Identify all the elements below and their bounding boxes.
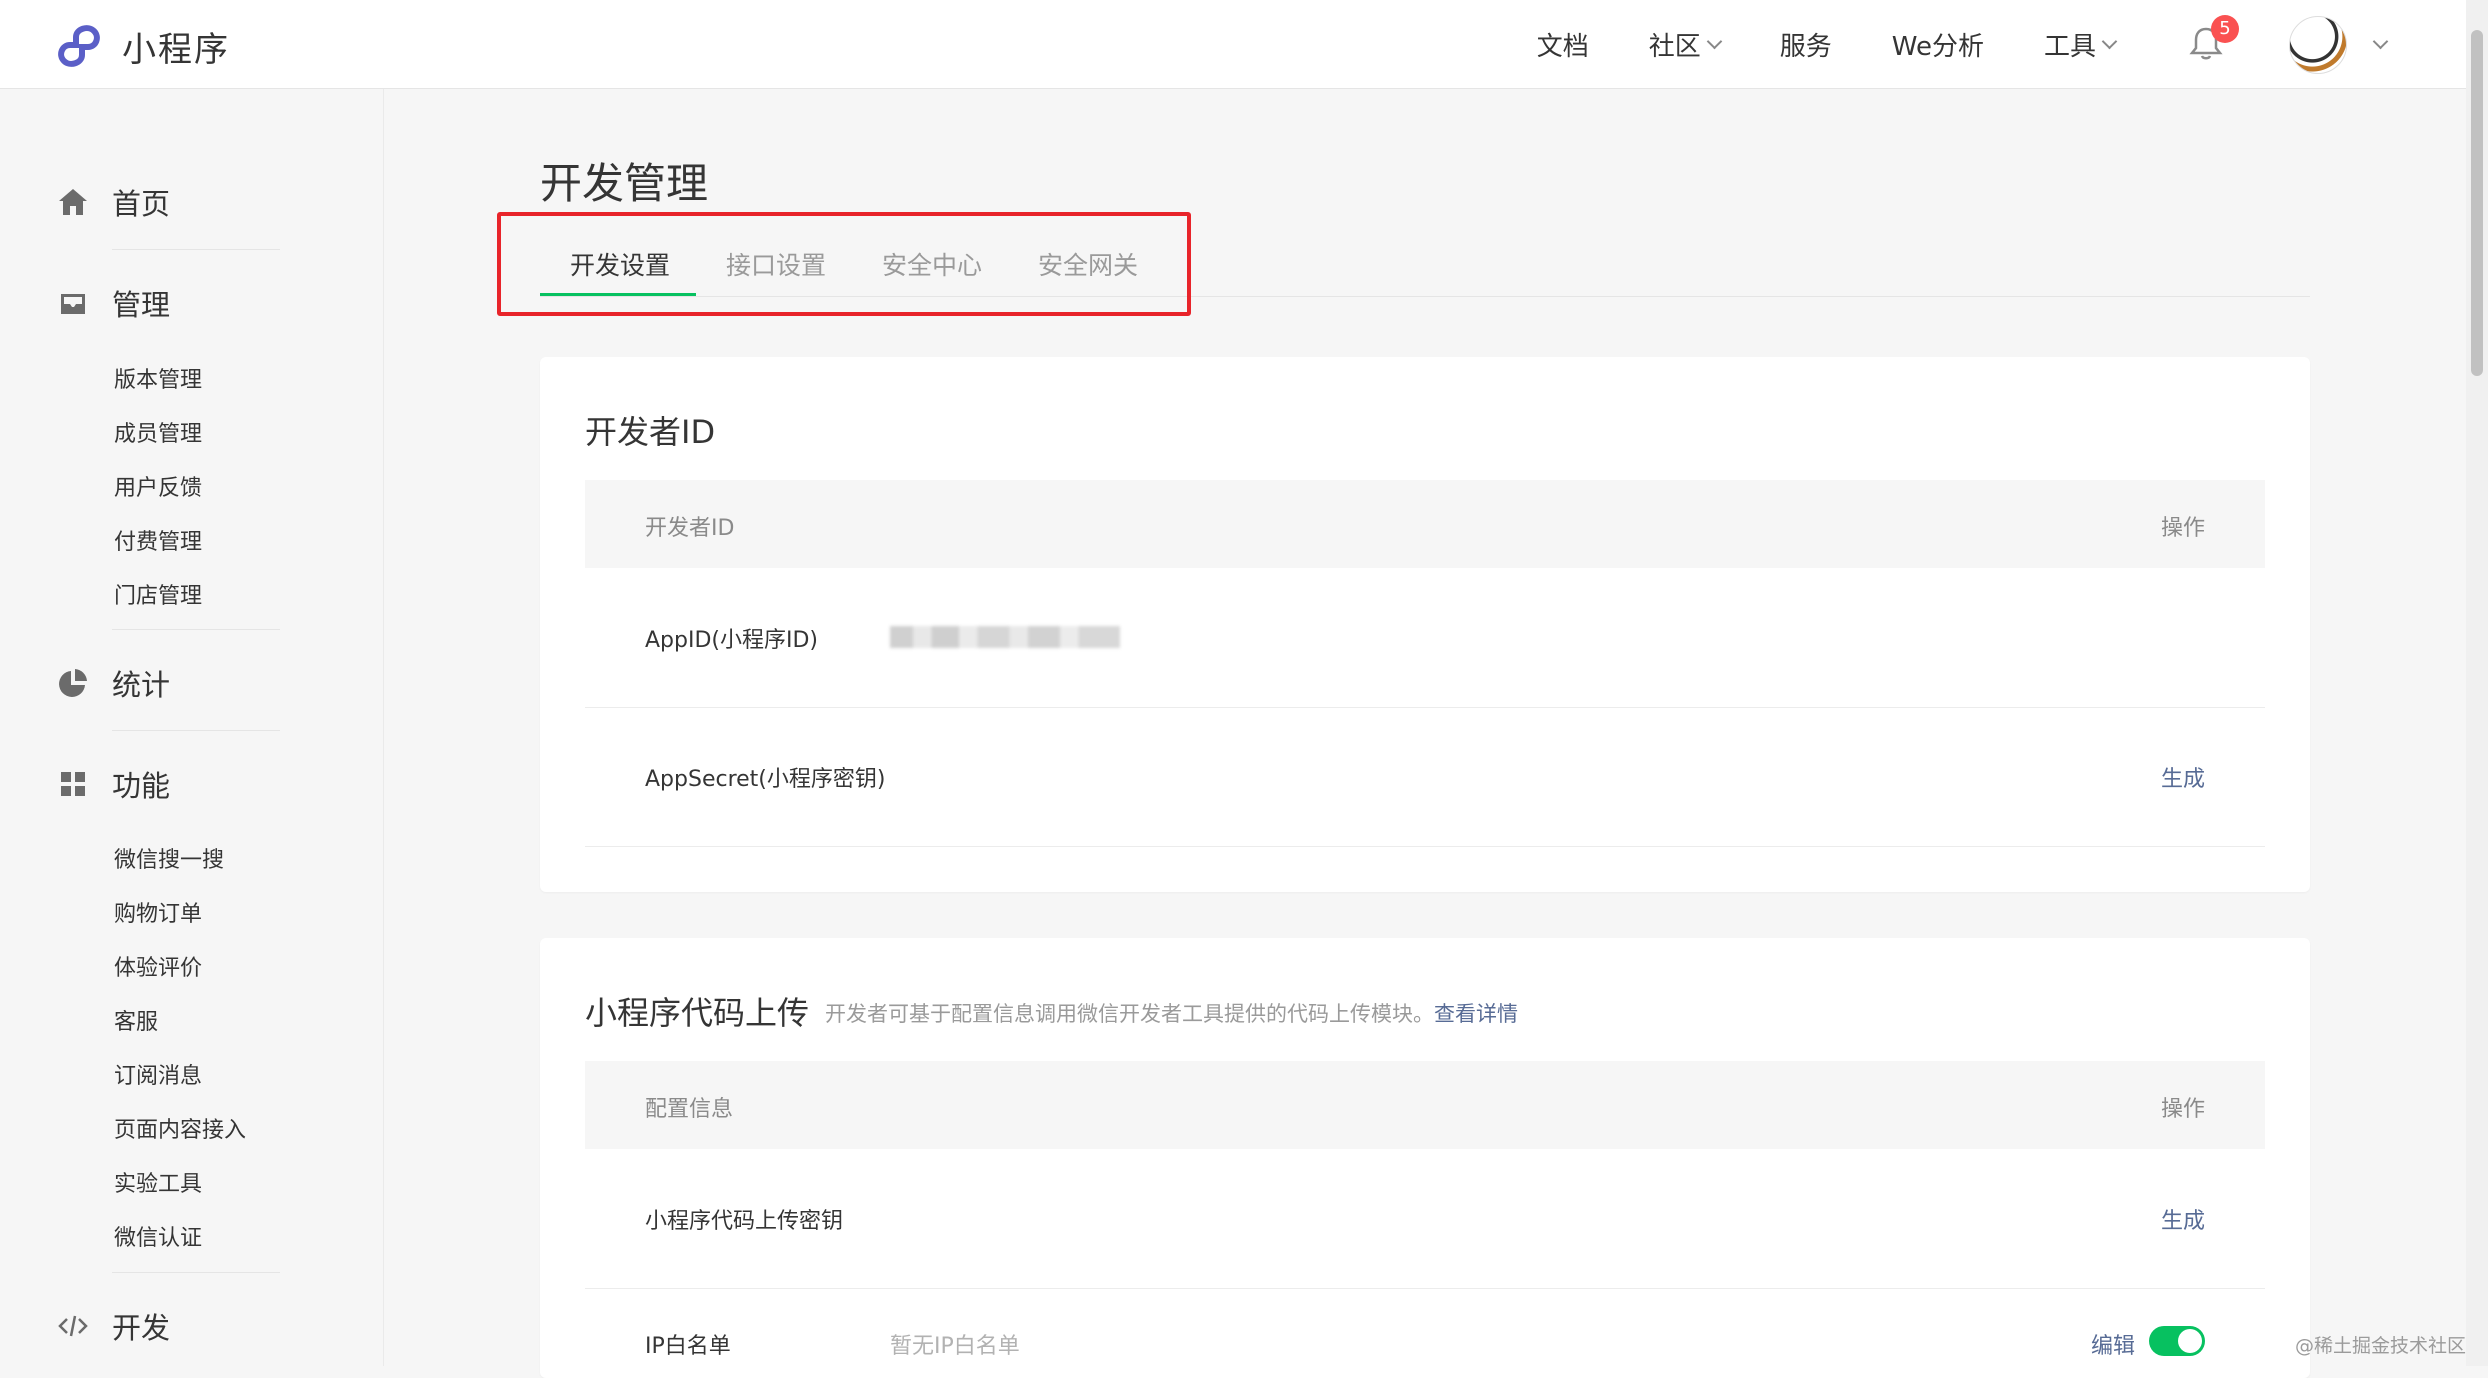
view-details-link[interactable]: 查看详情 [1434, 1002, 1518, 1026]
generate-appsecret-link[interactable]: 生成 [2161, 761, 2205, 793]
sidebar-divider [112, 1272, 280, 1273]
ip-whitelist-toggle[interactable] [2149, 1326, 2205, 1356]
ip-whitelist-label: IP白名单 [645, 1334, 731, 1359]
code-upload-card-title: 小程序代码上传 [585, 994, 810, 1032]
sidebar-item-shopping-orders[interactable]: 购物订单 [114, 896, 202, 928]
notification-badge: 5 [2211, 14, 2239, 43]
sidebar-divider [112, 249, 280, 250]
sidebar-item-manage-label: 管理 [112, 288, 171, 322]
inbox-icon [61, 294, 85, 314]
table-row: AppID(小程序ID) [585, 568, 2265, 708]
edit-ip-whitelist-link[interactable]: 编辑 [2091, 1328, 2135, 1360]
mini-program-logo-icon [58, 24, 100, 67]
scrollbar-thumb[interactable] [2471, 30, 2483, 376]
sidebar-item-experiment-tools[interactable]: 实验工具 [114, 1166, 202, 1198]
sidebar: 首页 管理 版本管理 成员管理 用户反馈 付费管理 门店管理 统计 功能 微信搜… [0, 89, 384, 1366]
developer-id-card-title: 开发者ID [585, 413, 716, 451]
appid-label: AppID(小程序ID) [645, 628, 819, 653]
grid-icon [61, 772, 85, 796]
sidebar-divider [112, 730, 280, 731]
top-bar: 小程序 文档 社区 服务 We分析 工具 5 [0, 0, 2466, 89]
column-header-config: 配置信息 [645, 1097, 734, 1122]
scrollbar[interactable] [2466, 0, 2488, 1366]
code-upload-description-text: 开发者可基于配置信息调用微信开发者工具提供的代码上传模块。 [825, 1002, 1434, 1026]
sidebar-item-payment[interactable]: 付费管理 [114, 524, 202, 556]
column-header-developer-id: 开发者ID [645, 516, 735, 541]
column-header-action: 操作 [2160, 1097, 2205, 1122]
table-row: AppSecret(小程序密钥) 生成 [585, 707, 2265, 847]
code-upload-description: 开发者可基于配置信息调用微信开发者工具提供的代码上传模块。查看详情 [825, 998, 1518, 1028]
sidebar-item-reviews[interactable]: 体验评价 [114, 950, 202, 982]
table-row: IP白名单 暂无IP白名单 编辑 [585, 1288, 2265, 1378]
generate-upload-key-link[interactable]: 生成 [2161, 1203, 2205, 1235]
nav-docs-label: 文档 [1536, 32, 1589, 62]
sidebar-item-features[interactable]: 功能 [56, 763, 170, 805]
sidebar-item-stores[interactable]: 门店管理 [114, 578, 202, 610]
appid-value-redacted [890, 626, 1120, 648]
sidebar-item-stats[interactable]: 统计 [56, 662, 170, 704]
sidebar-item-members[interactable]: 成员管理 [114, 416, 202, 448]
chevron-down-icon [2101, 33, 2118, 50]
sidebar-item-features-label: 功能 [112, 769, 171, 803]
sidebar-item-dev[interactable]: 开发 [56, 1305, 170, 1347]
chevron-down-icon [1706, 33, 1723, 50]
code-icon [58, 1315, 88, 1337]
top-nav: 文档 社区 服务 We分析 工具 5 [1477, 0, 2389, 89]
sidebar-item-feedback[interactable]: 用户反馈 [114, 470, 202, 502]
sidebar-item-manage[interactable]: 管理 [56, 282, 170, 324]
sidebar-item-page-content[interactable]: 页面内容接入 [114, 1112, 246, 1144]
logo[interactable]: 小程序 [56, 22, 230, 71]
code-upload-card: 小程序代码上传 开发者可基于配置信息调用微信开发者工具提供的代码上传模块。查看详… [540, 938, 2310, 1378]
pie-chart-icon [59, 669, 87, 697]
appsecret-label: AppSecret(小程序密钥) [645, 767, 886, 792]
page-title: 开发管理 [540, 159, 709, 208]
nav-tools-label: 工具 [2043, 32, 2096, 62]
app-name: 小程序 [122, 30, 230, 70]
sidebar-item-wechat-search[interactable]: 微信搜一搜 [114, 842, 224, 874]
nav-community[interactable]: 社区 [1648, 26, 1723, 63]
developer-id-table-header: 开发者ID 操作 [585, 480, 2265, 568]
avatar[interactable] [2289, 15, 2347, 74]
sidebar-divider [112, 629, 280, 630]
sidebar-item-dev-label: 开发 [112, 1311, 171, 1345]
notifications-button[interactable]: 5 [2189, 14, 2239, 65]
home-icon [59, 189, 87, 215]
nav-tools[interactable]: 工具 [2043, 26, 2118, 63]
sidebar-item-home[interactable]: 首页 [56, 181, 170, 223]
sidebar-item-version[interactable]: 版本管理 [114, 362, 202, 394]
developer-id-card: 开发者ID 开发者ID 操作 AppID(小程序ID) AppSecret(小程… [540, 357, 2310, 892]
table-row: 小程序代码上传密钥 生成 [585, 1149, 2265, 1289]
nav-services-label: 服务 [1779, 32, 1832, 62]
upload-key-label: 小程序代码上传密钥 [645, 1209, 844, 1234]
nav-services[interactable]: 服务 [1780, 26, 1832, 63]
code-upload-table-header: 配置信息 操作 [585, 1061, 2265, 1149]
column-header-action: 操作 [2160, 516, 2205, 541]
watermark: @稀土掘金技术社区 [2294, 1335, 2466, 1357]
nav-we-analytics[interactable]: We分析 [1892, 26, 1984, 63]
sidebar-item-home-label: 首页 [112, 187, 171, 221]
sidebar-item-customer-service[interactable]: 客服 [114, 1004, 158, 1036]
highlight-annotation-box [497, 212, 1191, 316]
sidebar-item-subscription-messages[interactable]: 订阅消息 [114, 1058, 202, 1090]
nav-we-analytics-label: We分析 [1891, 32, 1984, 62]
sidebar-item-wechat-verification[interactable]: 微信认证 [114, 1220, 202, 1252]
account-chevron-down-icon[interactable] [2372, 33, 2389, 50]
nav-community-label: 社区 [1648, 32, 1701, 62]
sidebar-item-stats-label: 统计 [112, 668, 171, 702]
nav-docs[interactable]: 文档 [1537, 26, 1589, 63]
ip-whitelist-value: 暂无IP白名单 [890, 1334, 1020, 1359]
